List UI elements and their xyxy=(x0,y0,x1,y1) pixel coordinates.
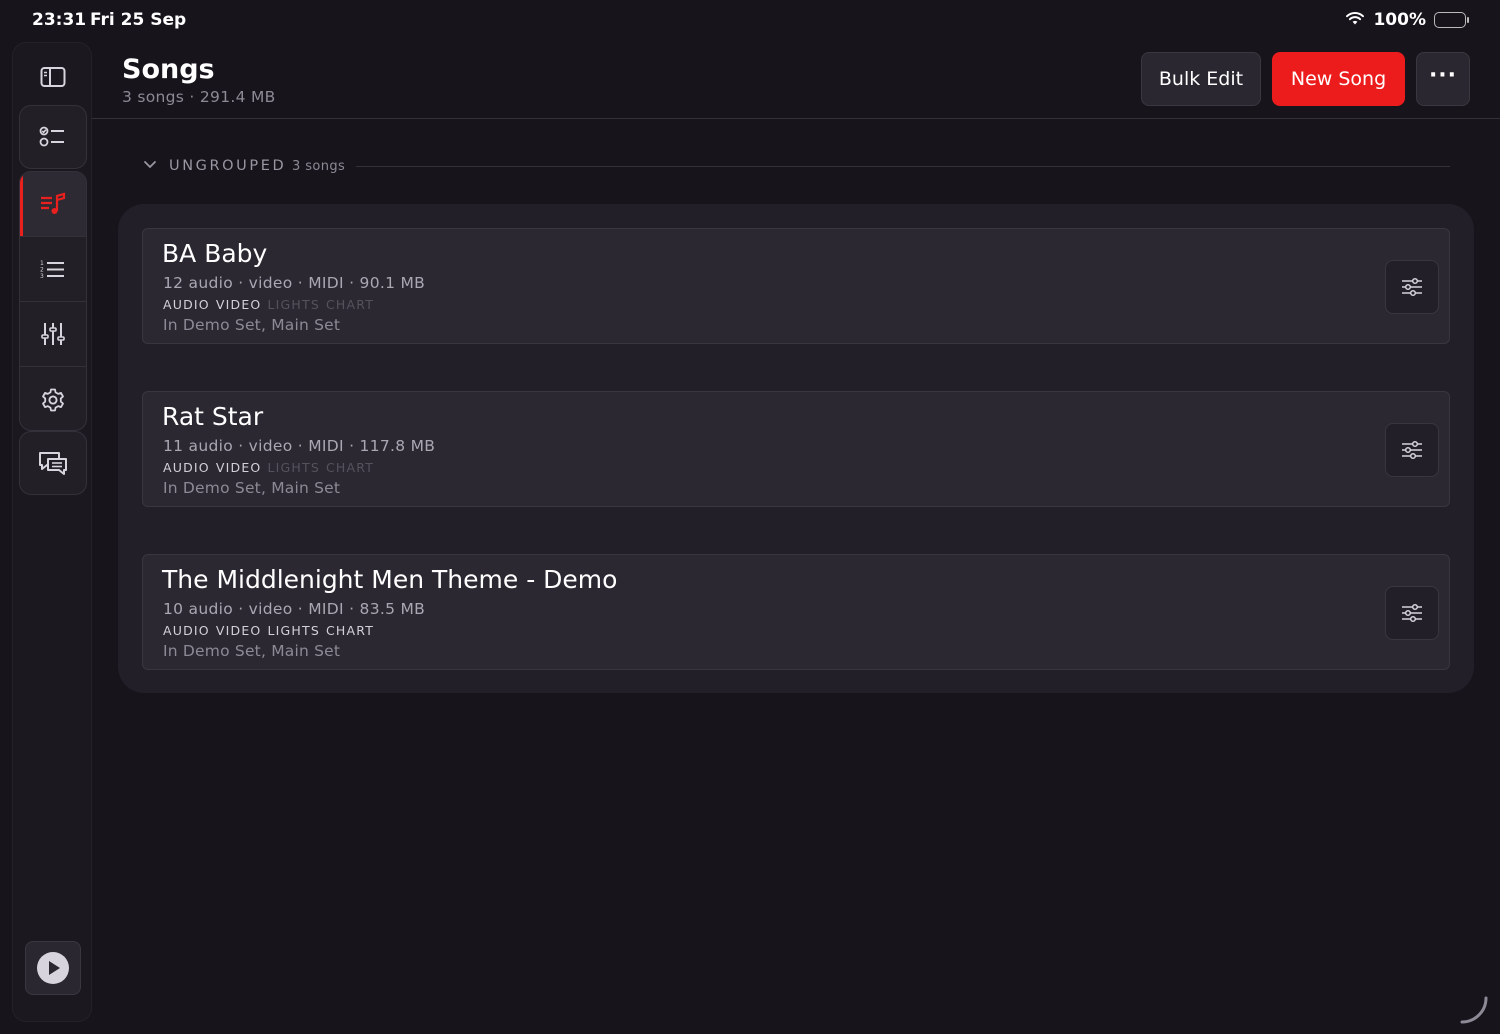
sidebar-item-mixer[interactable] xyxy=(20,302,86,367)
tag-video: VIDEO xyxy=(215,297,262,312)
group-label[interactable]: UNGROUPED xyxy=(169,158,286,174)
status-indicators: 100% xyxy=(1345,10,1469,30)
song-meta: 10 audio · video · MIDI · 83.5 MB xyxy=(163,600,426,618)
new-song-button[interactable]: New Song xyxy=(1272,52,1405,106)
sidebar-item-setlists[interactable]: 1 2 3 xyxy=(20,237,86,302)
gear-icon xyxy=(42,388,64,411)
sidebar-item-songs[interactable] xyxy=(20,172,86,237)
svg-text:3: 3 xyxy=(40,273,44,280)
status-date: Fri 25 Sep xyxy=(90,10,187,30)
song-row[interactable]: Rat Star 11 audio · video · MIDI · 117.8… xyxy=(142,391,1450,507)
numbered-list-icon: 1 2 3 xyxy=(40,260,64,280)
song-list: BA Baby 12 audio · video · MIDI · 90.1 M… xyxy=(118,204,1474,693)
tag-chart: CHART xyxy=(325,297,375,312)
checklist-icon xyxy=(39,126,64,147)
song-row[interactable]: BA Baby 12 audio · video · MIDI · 90.1 M… xyxy=(142,228,1450,344)
tag-video: VIDEO xyxy=(215,623,262,638)
sidebar-group-top xyxy=(19,105,87,169)
header-divider xyxy=(92,118,1500,119)
sidebar-group-main: 1 2 3 xyxy=(19,171,87,431)
bulk-edit-button[interactable]: Bulk Edit xyxy=(1141,52,1261,106)
sidebar-rail: 1 2 3 xyxy=(12,42,92,1022)
transport-play-button[interactable] xyxy=(25,941,81,995)
tag-video: VIDEO xyxy=(215,460,262,475)
battery-percentage: 100% xyxy=(1373,10,1426,30)
song-title: Rat Star xyxy=(162,402,264,431)
song-sets: In Demo Set, Main Set xyxy=(163,642,341,660)
more-options-button[interactable]: ··· xyxy=(1416,52,1470,106)
song-title: The Middlenight Men Theme - Demo xyxy=(162,565,618,594)
wifi-icon xyxy=(1345,11,1365,30)
group-divider xyxy=(356,166,1450,167)
sidebar-item-checklist[interactable] xyxy=(20,106,86,168)
song-tags: AUDIO VIDEO LIGHTS CHART xyxy=(163,623,374,638)
play-icon xyxy=(37,952,69,984)
song-settings-button[interactable] xyxy=(1385,260,1439,314)
song-settings-button[interactable] xyxy=(1385,423,1439,477)
song-meta: 11 audio · video · MIDI · 117.8 MB xyxy=(163,437,436,455)
song-row[interactable]: The Middlenight Men Theme - Demo 10 audi… xyxy=(142,554,1450,670)
group-count: 3 songs xyxy=(292,159,346,174)
song-tags: AUDIO VIDEO LIGHTS CHART xyxy=(163,297,374,312)
page-subtitle: 3 songs · 291.4 MB xyxy=(122,88,276,106)
chat-bubbles-icon xyxy=(39,452,67,475)
song-sets: In Demo Set, Main Set xyxy=(163,479,341,497)
songs-icon xyxy=(41,192,66,214)
tag-lights: LIGHTS xyxy=(267,623,320,638)
battery-icon xyxy=(1434,12,1469,28)
ellipsis-icon: ··· xyxy=(1428,62,1458,88)
status-time: 23:31 xyxy=(32,10,87,30)
chevron-down-icon[interactable] xyxy=(142,157,158,173)
sidebar-group-bottom xyxy=(19,431,87,495)
song-meta: 12 audio · video · MIDI · 90.1 MB xyxy=(163,274,426,292)
tag-lights: LIGHTS xyxy=(267,297,320,312)
sliders-icon xyxy=(1402,440,1422,460)
song-settings-button[interactable] xyxy=(1385,586,1439,640)
song-title: BA Baby xyxy=(162,239,268,268)
page-title: Songs xyxy=(122,54,215,85)
tag-chart: CHART xyxy=(325,460,375,475)
tag-audio: AUDIO xyxy=(163,460,210,475)
resize-grabber-icon xyxy=(1460,996,1488,1024)
mixer-sliders-icon xyxy=(41,323,65,345)
sidebar-item-feedback[interactable] xyxy=(20,432,86,494)
sliders-icon xyxy=(1402,277,1422,297)
sliders-icon xyxy=(1402,603,1422,623)
sidebar-item-settings[interactable] xyxy=(20,367,86,430)
status-bar: 23:31 Fri 25 Sep 100% xyxy=(0,0,1500,40)
sidebar-toggle-icon xyxy=(40,67,66,87)
tag-audio: AUDIO xyxy=(163,623,210,638)
tag-audio: AUDIO xyxy=(163,297,210,312)
tag-lights: LIGHTS xyxy=(267,460,320,475)
song-tags: AUDIO VIDEO LIGHTS CHART xyxy=(163,460,374,475)
sidebar-toggle-button[interactable] xyxy=(39,65,67,89)
tag-chart: CHART xyxy=(325,623,375,638)
song-sets: In Demo Set, Main Set xyxy=(163,316,341,334)
